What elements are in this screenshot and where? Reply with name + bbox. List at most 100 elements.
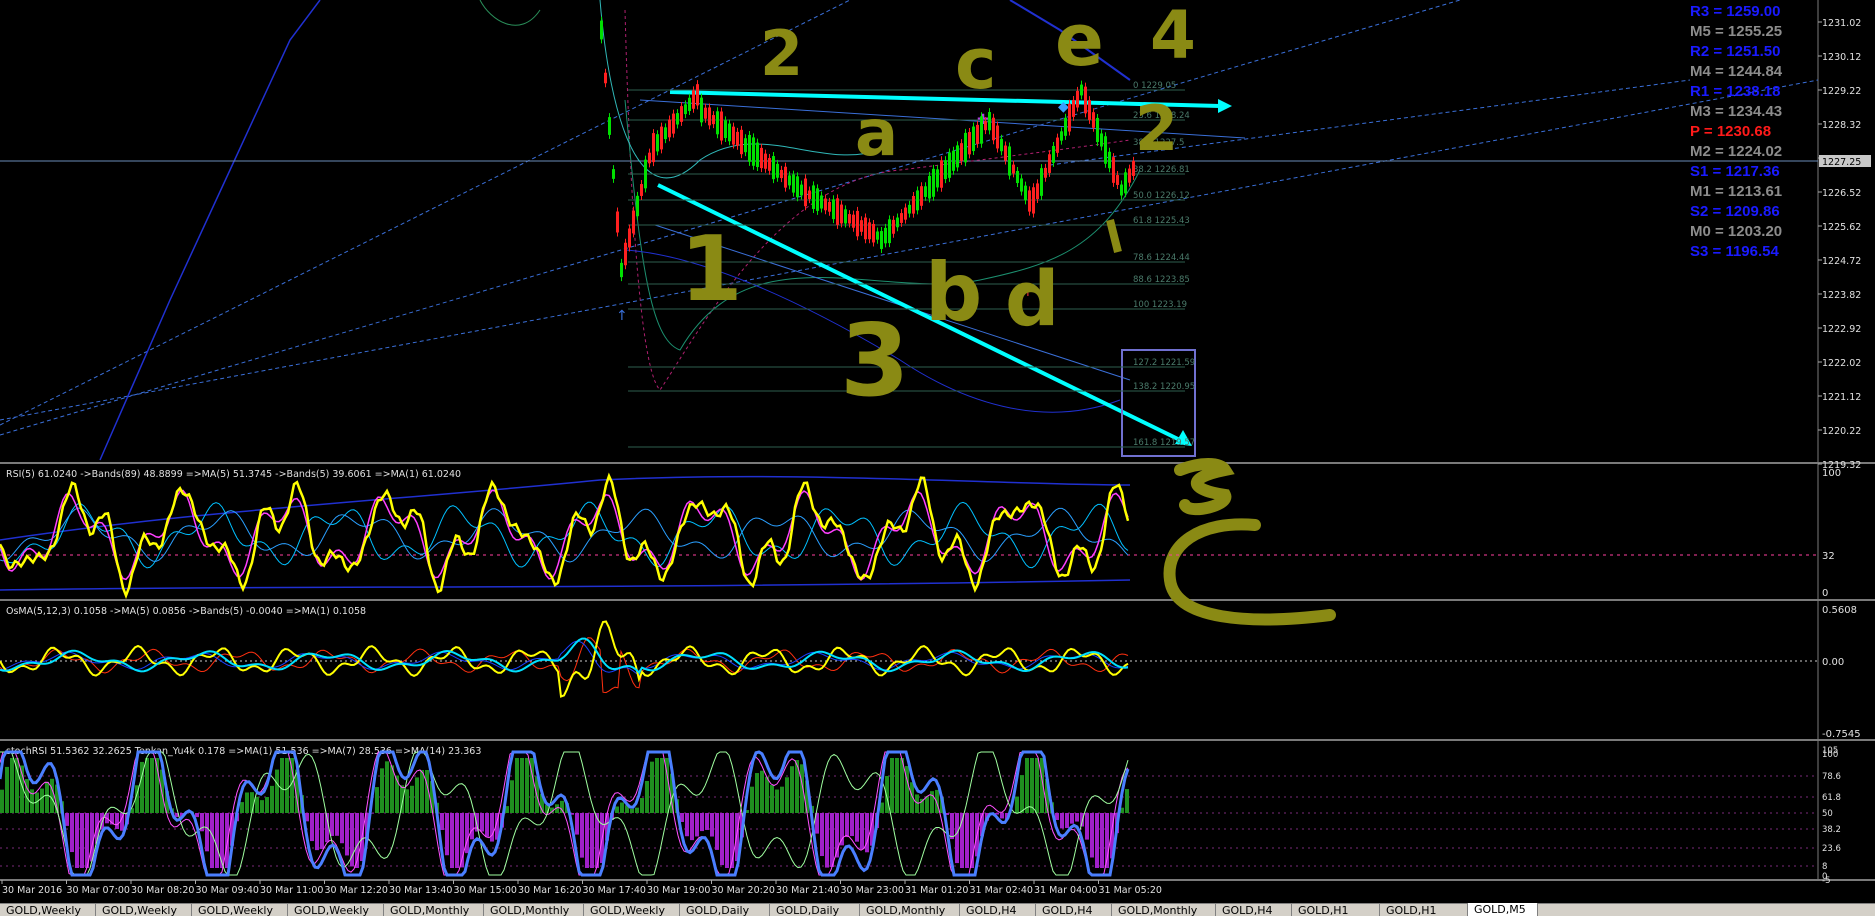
price-tick: 1231.02 [1822, 18, 1861, 29]
osma-header: OsMA(5,12,3) 0.1058 ->MA(5) 0.0856 ->Ban… [6, 606, 366, 617]
pivot-level: M2 = 1224.02 [1690, 142, 1782, 162]
time-tick: 31 Mar 05:20 [1099, 885, 1162, 896]
chart-tab[interactable]: GOLD,Daily [770, 904, 860, 916]
chart-tab[interactable]: GOLD,Monthly [860, 904, 960, 916]
stoch-scale-tick: 78.6 [1822, 772, 1841, 782]
price-tick: 1225.62 [1822, 222, 1861, 233]
time-tick: 30 Mar 23:00 [841, 885, 904, 896]
chart-tab[interactable]: GOLD,Weekly [0, 904, 96, 916]
chart-tab[interactable]: GOLD,H4 [1036, 904, 1112, 916]
current-price-label: 1227.25 [1822, 157, 1861, 168]
chart-tab[interactable]: GOLD,H1 [1292, 904, 1380, 916]
fib-label: 161.8 1219.57 [1133, 438, 1195, 448]
rsi-scale-mid: 32 [1822, 551, 1835, 562]
time-tick: 30 Mar 09:40 [196, 885, 259, 896]
pivot-level: M5 = 1255.25 [1690, 22, 1782, 42]
chart-tab[interactable]: GOLD,Weekly [96, 904, 192, 916]
stoch-scale-tick: 38.2 [1822, 825, 1841, 835]
stoch-scale-tick: 8 [1822, 862, 1827, 872]
price-tick: 1222.92 [1822, 324, 1861, 335]
wave-label-1: 1 [680, 217, 743, 322]
wave-label-a: a [855, 97, 898, 171]
price-tick: 1221.12 [1822, 392, 1861, 403]
pivot-level: S1 = 1217.36 [1690, 162, 1780, 182]
stoch-scale-tick: 50 [1822, 809, 1833, 819]
chart-tab[interactable]: GOLD,Weekly [288, 904, 384, 916]
fib-label: 50.0 1226.12 [1133, 191, 1190, 201]
pivot-level: S3 = 1196.54 [1690, 242, 1779, 262]
stoch-scale-tick: -5 [1822, 876, 1830, 886]
time-tick: 30 Mar 13:40 [389, 885, 452, 896]
price-tick: 1223.82 [1822, 290, 1861, 301]
time-tick: 30 Mar 08:20 [131, 885, 194, 896]
mt4-chart-window: ↑ ✚ ◆ ↑ 0 1229.0523.6 1228.2438.2 1226.8… [0, 0, 1875, 915]
price-tick: 1228.32 [1822, 120, 1861, 131]
time-tick: 30 Mar 16:20 [518, 885, 581, 896]
rsi-scale-top: 100 [1822, 468, 1841, 479]
chart-tab[interactable]: GOLD,Monthly [384, 904, 484, 916]
stoch-scale-tick: 100 [1822, 750, 1838, 760]
osma-scale-top: 0.5608 [1822, 605, 1857, 616]
pivot-level: M3 = 1234.43 [1690, 102, 1782, 122]
time-tick: 30 Mar 07:00 [67, 885, 130, 896]
fib-label: 138.2 1220.95 [1133, 382, 1195, 392]
osma-scale-bot: -0.7545 [1822, 729, 1861, 740]
stoch-header: stochRSI 51.5362 32.2625 Tenkan_Yu4k 0.1… [6, 746, 481, 757]
wave-label-e: e [1055, 0, 1104, 82]
time-tick: 30 Mar 17:40 [583, 885, 646, 896]
time-tick: 30 Mar 12:20 [325, 885, 388, 896]
fib-label: 88.6 1223.85 [1133, 275, 1190, 285]
fib-label: 0 1229.05 [1133, 81, 1176, 91]
price-tick: 1229.22 [1822, 86, 1861, 97]
rsi-scale-bot: 0 [1822, 588, 1828, 599]
chart-tab-bar: GOLD,WeeklyGOLD,WeeklyGOLD,WeeklyGOLD,We… [0, 903, 1875, 916]
fib-label: 78.6 1224.44 [1133, 253, 1190, 263]
chart-tab[interactable]: GOLD,Weekly [584, 904, 680, 916]
price-tick: 1226.52 [1822, 188, 1861, 199]
wave-label-2: 2 [760, 17, 803, 90]
pivot-level: S2 = 1209.86 [1690, 202, 1780, 222]
wave-label-c: c [955, 23, 997, 105]
price-tick: 1224.72 [1822, 256, 1861, 267]
pivot-level: R2 = 1251.50 [1690, 42, 1781, 62]
pivot-level: R3 = 1259.00 [1690, 2, 1781, 22]
fib-label: 61.8 1225.43 [1133, 216, 1190, 226]
chart-tab[interactable]: GOLD,Weekly [192, 904, 288, 916]
chart-tab[interactable]: GOLD,H4 [960, 904, 1036, 916]
signal-marker-icon: ◆ [1058, 99, 1069, 115]
time-tick: 30 Mar 11:00 [260, 885, 323, 896]
chart-canvas[interactable]: ↑ ✚ ◆ ↑ 0 1229.0523.6 1228.2438.2 1226.8… [0, 0, 1875, 903]
wave-label-2b: 2 [1135, 92, 1178, 165]
chart-tab[interactable]: GOLD,H1 [1380, 904, 1468, 916]
time-tick: 31 Mar 04:00 [1034, 885, 1097, 896]
pivot-level: M1 = 1213.61 [1690, 182, 1782, 202]
buy-arrow-icon: ↑ [616, 308, 628, 324]
chart-tab[interactable]: GOLD,Daily [680, 904, 770, 916]
stoch-scale-tick: 61.8 [1822, 793, 1841, 803]
price-tick: 1222.02 [1822, 358, 1861, 369]
time-tick: 31 Mar 01:20 [905, 885, 968, 896]
chart-tab[interactable]: GOLD,Monthly [484, 904, 584, 916]
wave-label-4: 4 [1150, 0, 1196, 74]
time-tick: 30 Mar 15:00 [454, 885, 517, 896]
pivot-level: R1 = 1238.18 [1690, 82, 1781, 102]
osma-scale-mid: 0.00 [1822, 657, 1844, 668]
fib-label: 38.2 1226.81 [1133, 165, 1190, 175]
pivot-level: M0 = 1203.20 [1690, 222, 1782, 242]
time-tick: 30 Mar 19:00 [647, 885, 710, 896]
wave-label-3: 3 [840, 302, 910, 419]
rsi-header: RSI(5) 61.0240 ->Bands(89) 48.8899 =>MA(… [6, 469, 461, 480]
pivot-level: P = 1230.68 [1690, 122, 1771, 142]
time-tick: 30 Mar 21:40 [776, 885, 839, 896]
price-tick: 1220.22 [1822, 426, 1861, 437]
chart-tab[interactable]: GOLD,Monthly [1112, 904, 1216, 916]
pivot-level: M4 = 1244.84 [1690, 62, 1782, 82]
fib-label: 100 1223.19 [1133, 300, 1187, 310]
stoch-scale-tick: 23.6 [1822, 844, 1841, 854]
time-tick: 30 Mar 2016 [2, 885, 62, 896]
wave-label-b: b [925, 246, 982, 339]
tab-active[interactable]: GOLD,M5 [1468, 903, 1538, 916]
wave-label-d: d [1005, 254, 1059, 343]
chart-tab[interactable]: GOLD,H4 [1216, 904, 1292, 916]
price-tick: 1230.12 [1822, 52, 1861, 63]
